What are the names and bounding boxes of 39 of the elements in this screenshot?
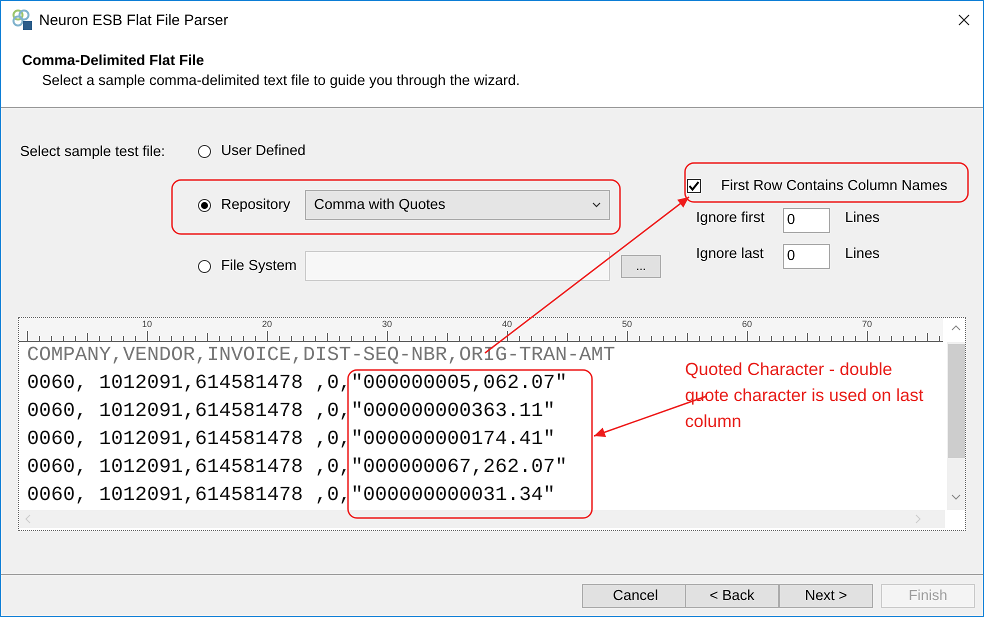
ruler-number: 40 bbox=[502, 319, 512, 329]
radio-label[interactable]: User Defined bbox=[221, 143, 305, 159]
lines-field[interactable]: 0 bbox=[783, 244, 830, 268]
file-line: COMPANY,VENDOR,INVOICE,DIST-SEQ-NBR,ORIG-TRAN-AMT bbox=[27, 343, 616, 369]
annotation-text: Quoted Character - double quote character is used on last column bbox=[685, 358, 924, 433]
radio-button[interactable] bbox=[198, 144, 211, 158]
checkbox[interactable] bbox=[687, 179, 701, 193]
ruler-number: 50 bbox=[622, 319, 632, 329]
chevron-down-icon bbox=[592, 202, 601, 208]
vertical-scrollbar[interactable] bbox=[947, 342, 965, 510]
page-subtitle: Select a sample comma-delimited text file to guide you through the wizard. bbox=[42, 73, 521, 89]
radio-button[interactable] bbox=[198, 198, 211, 212]
app-logo-icon bbox=[11, 9, 33, 31]
browse-button[interactable]: ... bbox=[621, 254, 661, 278]
close-icon[interactable] bbox=[958, 14, 970, 26]
window-title: Neuron ESB Flat File Parser bbox=[39, 12, 228, 28]
unit-label: Lines bbox=[845, 210, 880, 226]
field-label: Select sample test file: bbox=[19, 143, 166, 162]
radio-label[interactable]: Repository bbox=[221, 197, 305, 213]
ruler-number: 60 bbox=[742, 319, 752, 329]
scroll-down-icon[interactable] bbox=[951, 494, 961, 501]
field-label: Ignore first bbox=[696, 210, 766, 226]
wizard-button: Finish bbox=[881, 584, 975, 608]
page-title: Comma-Delimited Flat File bbox=[22, 53, 206, 69]
ruler-number: 10 bbox=[142, 319, 152, 329]
unit-label: Lines bbox=[845, 246, 880, 262]
file-path-field[interactable] bbox=[305, 251, 610, 281]
checkbox-label[interactable]: First Row Contains Column Names bbox=[721, 178, 948, 194]
scroll-up-icon[interactable] bbox=[951, 324, 961, 331]
ruler-number: 70 bbox=[862, 319, 872, 329]
radio-button[interactable] bbox=[198, 260, 211, 272]
repository-dropdown[interactable]: Comma with Quotes bbox=[305, 190, 610, 220]
wizard-button[interactable]: Next > bbox=[779, 584, 873, 608]
ruler-number: 20 bbox=[262, 319, 272, 329]
radio-label[interactable]: File System bbox=[221, 258, 305, 274]
field-label: Ignore last bbox=[696, 246, 765, 262]
wizard-button[interactable]: < Back bbox=[685, 584, 779, 608]
ruler-number: 30 bbox=[382, 319, 392, 329]
lines-field[interactable]: 0 bbox=[783, 208, 830, 232]
